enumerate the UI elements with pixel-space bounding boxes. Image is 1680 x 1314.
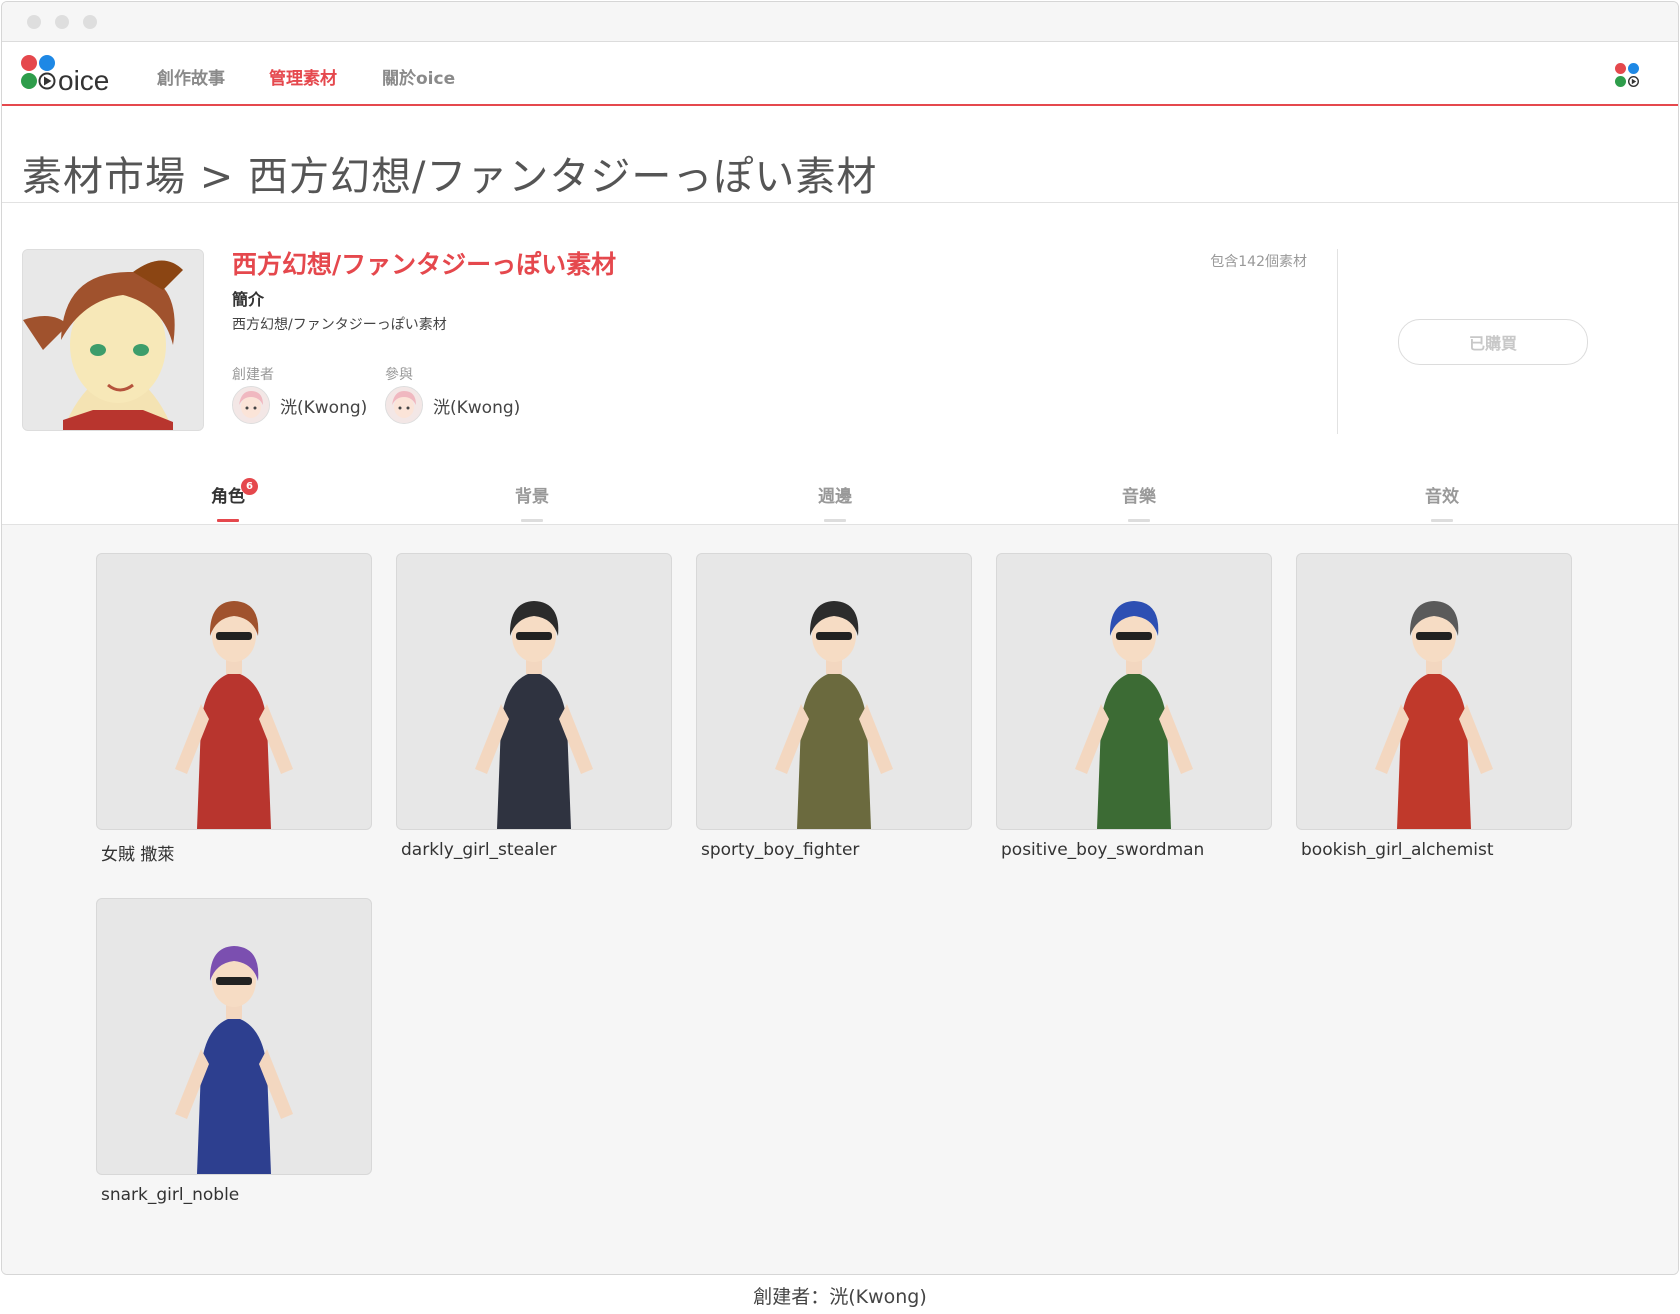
character-grid: 女賊 撒萊 darkly_girl_stealer sporty_boy_fig… bbox=[2, 525, 1678, 1274]
tab-music[interactable]: 音樂 bbox=[1079, 482, 1199, 522]
character-card[interactable]: 女賊 撒萊 bbox=[96, 553, 372, 865]
contributor-avatar bbox=[385, 386, 423, 424]
intro-label: 簡介 bbox=[232, 290, 265, 309]
character-image bbox=[696, 553, 972, 830]
character-name: darkly_girl_stealer bbox=[401, 840, 557, 860]
nav-create-story[interactable]: 創作故事 bbox=[157, 64, 225, 89]
tab-indicator bbox=[1431, 519, 1453, 522]
character-card[interactable]: positive_boy_swordman bbox=[996, 553, 1272, 860]
nav-manage-assets[interactable]: 管理素材 bbox=[269, 64, 337, 89]
contributor-label: 參與 bbox=[385, 367, 413, 383]
creator-label: 創建者 bbox=[232, 367, 274, 383]
creator[interactable]: 洸(Kwong) bbox=[232, 385, 367, 425]
info-divider bbox=[1337, 249, 1338, 434]
character-image bbox=[96, 898, 372, 1175]
tab-characters[interactable]: 角色 6 bbox=[168, 478, 288, 522]
character-card[interactable]: snark_girl_noble bbox=[96, 898, 372, 1205]
character-image bbox=[96, 553, 372, 830]
app-switcher-icon[interactable] bbox=[1614, 62, 1640, 88]
character-image bbox=[996, 553, 1272, 830]
character-count-badge: 6 bbox=[241, 478, 258, 495]
browser-window: oice 創作故事 管理素材 關於oice 素材市場 > 西方幻想/ファンタジー… bbox=[1, 1, 1679, 1275]
character-image bbox=[1296, 553, 1572, 830]
character-card[interactable]: sporty_boy_fighter bbox=[696, 553, 972, 860]
contributor[interactable]: 洸(Kwong) bbox=[385, 385, 520, 425]
asset-count: 包含142個素材 bbox=[1210, 254, 1307, 270]
tab-indicator bbox=[217, 519, 239, 522]
top-navigation: oice 創作故事 管理素材 關於oice bbox=[2, 42, 1678, 106]
character-card[interactable]: bookish_girl_alchemist bbox=[1296, 553, 1572, 860]
asset-type-tabs: 角色 6 背景 週邊 音樂 音效 bbox=[2, 472, 1678, 525]
character-name: sporty_boy_fighter bbox=[701, 840, 860, 860]
tab-label: 背景 bbox=[515, 487, 549, 507]
minimize-window-icon[interactable] bbox=[55, 15, 69, 29]
close-window-icon[interactable] bbox=[27, 15, 41, 29]
intro-text: 西方幻想/ファンタジーっぽい素材 bbox=[232, 317, 447, 333]
tab-label: 週邊 bbox=[818, 487, 852, 507]
character-name: snark_girl_noble bbox=[101, 1185, 240, 1205]
character-name: bookish_girl_alchemist bbox=[1301, 840, 1494, 860]
oice-logo[interactable]: oice bbox=[20, 54, 130, 94]
character-name: 女賊 撒萊 bbox=[101, 845, 175, 865]
library-cover-image bbox=[22, 249, 204, 431]
breadcrumb: 素材市場 > 西方幻想/ファンタジーっぽい素材 bbox=[22, 154, 878, 200]
tab-items[interactable]: 週邊 bbox=[775, 482, 895, 522]
footer-credit: 創建者：洸(Kwong) bbox=[753, 1286, 927, 1308]
library-name: 西方幻想/ファンタジーっぽい素材 bbox=[232, 250, 617, 279]
window-titlebar bbox=[2, 2, 1678, 42]
character-image bbox=[396, 553, 672, 830]
logo-text: oice bbox=[58, 65, 109, 94]
character-card[interactable]: darkly_girl_stealer bbox=[396, 553, 672, 860]
tab-indicator bbox=[824, 519, 846, 522]
creator-avatar bbox=[232, 386, 270, 424]
maximize-window-icon[interactable] bbox=[83, 15, 97, 29]
tab-indicator bbox=[1128, 519, 1150, 522]
tab-label: 角色 bbox=[211, 487, 245, 507]
purchased-button[interactable]: 已購買 bbox=[1398, 319, 1588, 365]
tab-label: 音效 bbox=[1425, 487, 1459, 507]
nav-about-oice[interactable]: 關於oice bbox=[382, 64, 455, 89]
contributor-name: 洸(Kwong) bbox=[433, 397, 521, 418]
title-divider bbox=[2, 202, 1678, 203]
creator-name: 洸(Kwong) bbox=[280, 397, 368, 418]
tab-backgrounds[interactable]: 背景 bbox=[472, 482, 592, 522]
tab-label: 音樂 bbox=[1122, 487, 1156, 507]
tab-indicator bbox=[521, 519, 543, 522]
character-name: positive_boy_swordman bbox=[1001, 840, 1205, 860]
tab-sound-effects[interactable]: 音效 bbox=[1382, 482, 1502, 522]
